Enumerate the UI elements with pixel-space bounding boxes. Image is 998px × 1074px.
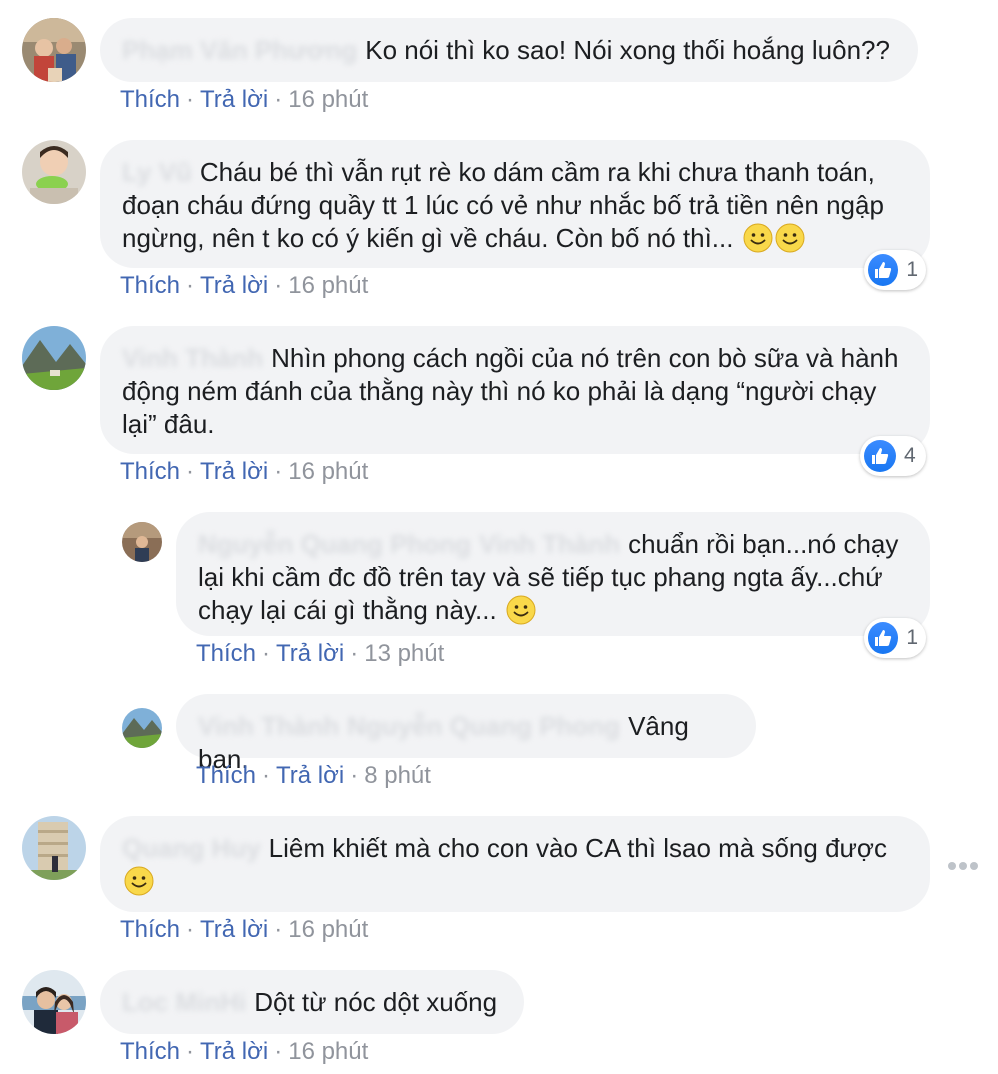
smiley-emoji-icon: [775, 223, 805, 253]
comment-author[interactable]: Loc MinHi: [122, 987, 246, 1017]
comment-text: Ko nói thì ko sao! Nói xong thối hoắng l…: [365, 35, 890, 65]
comment-bubble: Phạm Văn Phương Ko nói thì ko sao! Nói xo…: [100, 18, 918, 82]
reaction-count: 1: [906, 258, 918, 281]
comment-author[interactable]: Vinh Thành: [122, 343, 263, 373]
comment-actions: Thích · Trả lời · 16 phút: [120, 272, 368, 300]
separator-dot: ·: [186, 1038, 195, 1065]
reaction-badge[interactable]: 4: [860, 436, 926, 476]
separator-dot: ·: [186, 458, 195, 485]
reaction-badge[interactable]: 1: [864, 618, 926, 658]
reply-link[interactable]: Trả lời: [200, 916, 268, 943]
comment-text: Liêm khiết mà cho con vào CA thì lsao mà…: [268, 833, 887, 863]
separator-dot: ·: [262, 640, 271, 667]
reply-link[interactable]: Trả lời: [200, 1038, 268, 1065]
like-link[interactable]: Thích: [120, 1038, 180, 1065]
reply-actions: Thích · Trả lời · 8 phút: [196, 762, 431, 790]
like-link[interactable]: Thích: [120, 272, 180, 299]
comment-text: Dột từ nóc dột xuống: [254, 987, 498, 1017]
comment-time[interactable]: 16 phút: [288, 1038, 368, 1065]
comment-author[interactable]: Ly Vũ: [122, 157, 192, 187]
comment-bubble: Loc MinHi Dột từ nóc dột xuống: [100, 970, 524, 1034]
reply-mention[interactable]: Nguyễn Quang Phong: [347, 711, 620, 741]
reply-mention[interactable]: Vinh Thành: [479, 529, 620, 559]
reply-time[interactable]: 8 phút: [364, 762, 431, 789]
like-thumb-icon: [868, 254, 899, 286]
like-link[interactable]: Thích: [196, 640, 256, 667]
reply-link[interactable]: Trả lời: [200, 272, 268, 299]
like-thumb-icon: [864, 440, 896, 472]
reply-bubble: Nguyễn Quang Phong Vinh Thành chuẩn rồi bạ…: [176, 512, 930, 636]
comment-bubble: Quang Huy Liêm khiết mà cho con vào CA th…: [100, 816, 930, 912]
separator-dot: ·: [274, 916, 283, 943]
like-link[interactable]: Thích: [120, 86, 180, 113]
comment-time[interactable]: 16 phút: [288, 272, 368, 299]
comment-author[interactable]: Quang Huy: [122, 833, 261, 863]
smiley-emoji-icon: [743, 223, 773, 253]
reply-author[interactable]: Nguyễn Quang Phong: [198, 529, 471, 559]
like-link[interactable]: Thích: [120, 458, 180, 485]
separator-dot: ·: [274, 86, 283, 113]
reply-author[interactable]: Vinh Thành: [198, 711, 339, 741]
comment-time[interactable]: 16 phút: [288, 916, 368, 943]
separator-dot: ·: [186, 916, 195, 943]
avatar[interactable]: [22, 140, 86, 204]
avatar[interactable]: [22, 816, 86, 880]
comment-time[interactable]: 16 phút: [288, 86, 368, 113]
reaction-badge[interactable]: 1: [864, 250, 926, 290]
comment-author[interactable]: Phạm Văn Phương: [122, 35, 357, 65]
like-thumb-icon: [868, 622, 899, 654]
reply-bubble: Vinh Thành Nguyễn Quang Phong Vâng bạn.: [176, 694, 756, 774]
reply-link[interactable]: Trả lời: [200, 458, 268, 485]
reply-time[interactable]: 13 phút: [364, 640, 444, 667]
comment-bubble: Vinh Thành Nhìn phong cách ngồi của nó tr…: [100, 326, 930, 454]
avatar[interactable]: [22, 18, 86, 82]
separator-dot: ·: [274, 458, 283, 485]
smiley-emoji-icon: [506, 595, 536, 625]
comment-time[interactable]: 16 phút: [288, 458, 368, 485]
comment-actions: Thích · Trả lời · 16 phút: [120, 86, 368, 114]
reply-link[interactable]: Trả lời: [276, 762, 344, 789]
like-link[interactable]: Thích: [196, 762, 256, 789]
separator-dot: ·: [186, 86, 195, 113]
separator-dot: ·: [186, 272, 195, 299]
separator-dot: ·: [262, 762, 271, 789]
avatar[interactable]: [22, 326, 86, 390]
avatar[interactable]: [22, 970, 86, 1034]
comment-actions: Thích · Trả lời · 16 phút: [120, 458, 368, 486]
reaction-count: 4: [904, 444, 916, 467]
comment-actions: Thích · Trả lời · 16 phút: [120, 1038, 368, 1066]
more-options-icon[interactable]: [948, 860, 978, 872]
reply-actions: Thích · Trả lời · 13 phút: [196, 640, 444, 668]
separator-dot: ·: [350, 762, 359, 789]
smiley-emoji-icon: [124, 866, 154, 896]
separator-dot: ·: [350, 640, 359, 667]
avatar[interactable]: [122, 522, 162, 562]
reaction-count: 1: [906, 626, 918, 649]
separator-dot: ·: [274, 272, 283, 299]
comment-bubble: Ly Vũ Cháu bé thì vẫn rụt rè ko dám cầm r…: [100, 140, 930, 268]
reply-link[interactable]: Trả lời: [276, 640, 344, 667]
reply-link[interactable]: Trả lời: [200, 86, 268, 113]
separator-dot: ·: [274, 1038, 283, 1065]
comment-actions: Thích · Trả lời · 16 phút: [120, 916, 368, 944]
avatar[interactable]: [122, 708, 162, 748]
like-link[interactable]: Thích: [120, 916, 180, 943]
